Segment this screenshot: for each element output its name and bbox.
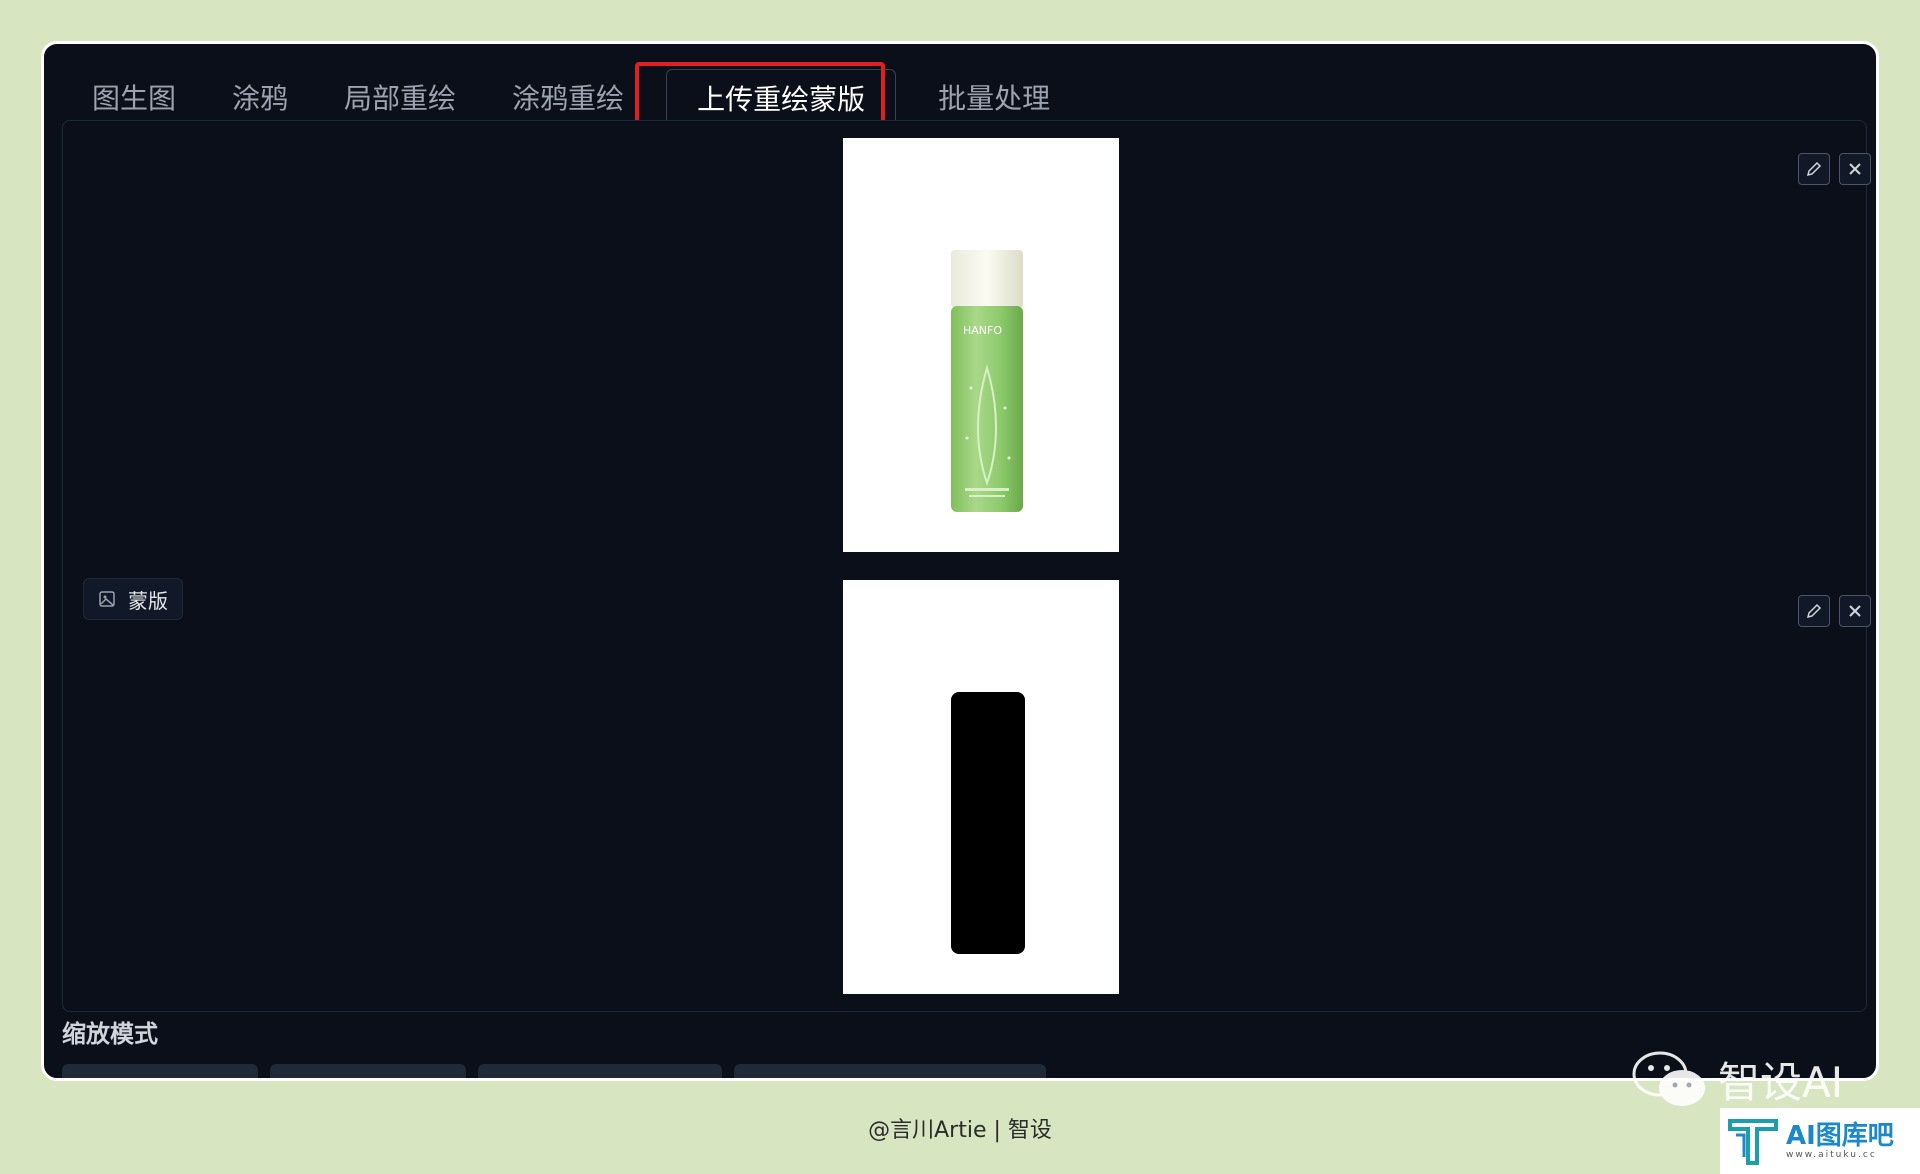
mask-label: 蒙版 xyxy=(83,578,183,620)
wechat-icon xyxy=(1632,1051,1705,1106)
scale-mode-option[interactable] xyxy=(478,1064,722,1078)
pencil-icon xyxy=(1806,603,1822,619)
logo-mark-icon xyxy=(1728,1119,1778,1165)
footer-credit: @言川Artie | 智设 xyxy=(868,1118,1052,1143)
scale-mode-options xyxy=(62,1064,1046,1078)
scale-mode-option[interactable] xyxy=(62,1064,258,1078)
clear-source-button[interactable] xyxy=(1839,153,1871,185)
mask-image-slot[interactable] xyxy=(843,580,1119,994)
wechat-watermark: 智设AI xyxy=(1630,1048,1843,1110)
close-icon xyxy=(1849,163,1861,175)
pencil-icon xyxy=(1806,161,1822,177)
scale-mode-option[interactable] xyxy=(734,1064,1046,1078)
product-bottle-image: HANFO xyxy=(951,250,1023,512)
inpaint-upload-panel: HANFO 蒙版 xyxy=(62,120,1871,1012)
source-image-slot[interactable]: HANFO xyxy=(843,138,1119,552)
scale-mode-title: 缩放模式 xyxy=(62,1020,158,1048)
bottle-brand-text: HANFO xyxy=(963,324,1002,337)
close-icon xyxy=(1849,605,1861,617)
edit-mask-button[interactable] xyxy=(1798,595,1830,627)
app-window: 图生图 涂鸦 局部重绘 涂鸦重绘 上传重绘蒙版 批量处理 HANFO 蒙版 缩放… xyxy=(41,41,1879,1081)
edit-source-button[interactable] xyxy=(1798,153,1830,185)
scale-mode-option[interactable] xyxy=(270,1064,466,1078)
watermark-text: 智设AI xyxy=(1718,1057,1844,1107)
image-icon xyxy=(99,591,115,607)
mask-shape-image xyxy=(951,692,1025,954)
logo-url: www.aituku.cc xyxy=(1786,1150,1877,1160)
mask-label-text: 蒙版 xyxy=(128,588,168,613)
logo-title: AI图库吧 xyxy=(1786,1121,1894,1151)
site-logo: AI图库吧 www.aituku.cc xyxy=(1720,1108,1920,1174)
clear-mask-button[interactable] xyxy=(1839,595,1871,627)
